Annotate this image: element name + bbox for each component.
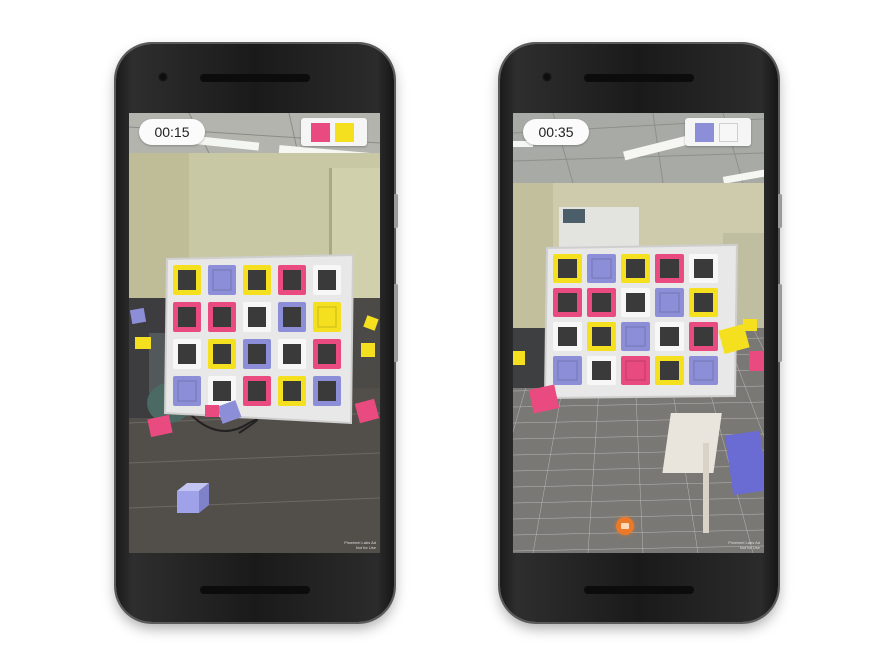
watermark: Pinwheel Labs Ad Not for Use	[344, 540, 376, 550]
empty-hole	[626, 293, 645, 312]
empty-hole	[318, 381, 336, 401]
empty-hole	[694, 327, 713, 346]
earpiece-speaker	[584, 74, 694, 82]
empty-hole	[592, 327, 611, 346]
filled-block	[317, 306, 337, 328]
ar-scene-left	[129, 113, 380, 553]
power-button	[394, 194, 398, 228]
empty-hole	[592, 293, 611, 312]
empty-hole	[660, 259, 679, 278]
empty-hole	[213, 307, 231, 327]
earpiece-speaker	[200, 74, 310, 82]
filled-block	[693, 360, 714, 381]
filled-block	[625, 360, 646, 381]
target-color-swatch	[719, 123, 738, 142]
empty-hole	[248, 344, 266, 364]
empty-hole	[248, 270, 266, 290]
empty-hole	[178, 344, 196, 364]
empty-hole	[213, 344, 231, 364]
empty-hole	[318, 344, 336, 364]
empty-hole	[558, 259, 577, 278]
empty-hole	[558, 327, 577, 346]
volume-button	[778, 284, 782, 362]
ar-screen-right[interactable]: 00:35 Pinwheel Labs Ad Not for Use	[513, 113, 764, 553]
ar-scene-right	[513, 113, 764, 553]
watermark-line: Not for Use	[355, 545, 376, 550]
record-video-icon[interactable]	[616, 517, 634, 535]
filled-block	[625, 326, 646, 347]
empty-hole	[694, 259, 713, 278]
empty-hole	[213, 381, 231, 401]
empty-hole	[592, 361, 611, 380]
timer-display: 00:15	[139, 119, 205, 145]
power-button	[778, 194, 782, 228]
target-colors-panel	[685, 118, 751, 146]
phone-left: 00:15 Pinwheel Labs Ad Not for Use	[116, 44, 398, 622]
bottom-speaker	[584, 586, 694, 594]
filled-block	[591, 258, 612, 279]
empty-hole	[283, 381, 301, 401]
volume-button	[394, 284, 398, 362]
empty-hole	[248, 381, 266, 401]
filled-block	[212, 269, 232, 291]
watermark: Pinwheel Labs Ad Not for Use	[728, 540, 760, 550]
watermark-line: Not for Use	[739, 545, 760, 550]
empty-hole	[626, 259, 645, 278]
empty-hole	[660, 361, 679, 380]
empty-hole	[283, 270, 301, 290]
filled-block	[177, 380, 197, 402]
filled-block	[659, 292, 680, 313]
front-camera	[158, 72, 168, 82]
empty-hole	[558, 293, 577, 312]
target-color-swatch	[311, 123, 330, 142]
target-colors-panel	[301, 118, 367, 146]
empty-hole	[660, 327, 679, 346]
empty-hole	[318, 270, 336, 290]
empty-hole	[694, 293, 713, 312]
empty-hole	[283, 307, 301, 327]
empty-hole	[248, 307, 266, 327]
front-camera	[542, 72, 552, 82]
bottom-speaker	[200, 586, 310, 594]
ar-screen-left[interactable]: 00:15 Pinwheel Labs Ad Not for Use	[129, 113, 380, 553]
phone-right: 00:35 Pinwheel Labs Ad Not for Use	[500, 44, 782, 622]
empty-hole	[283, 344, 301, 364]
target-color-swatch	[695, 123, 714, 142]
target-color-swatch	[335, 123, 354, 142]
timer-display: 00:35	[523, 119, 589, 145]
filled-block	[557, 360, 578, 381]
empty-hole	[178, 307, 196, 327]
empty-hole	[178, 270, 196, 290]
